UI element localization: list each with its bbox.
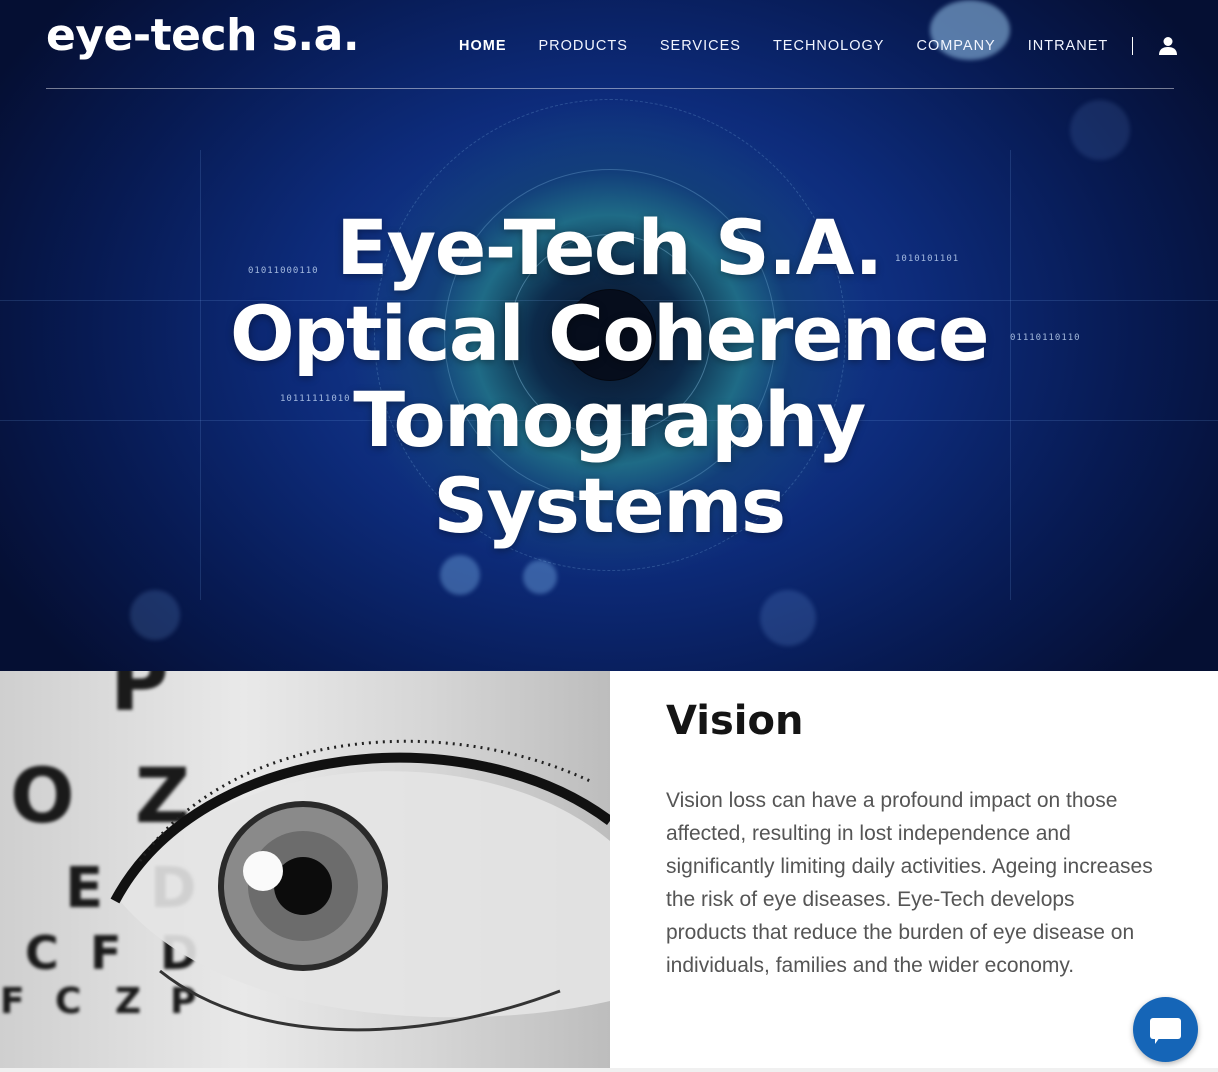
bokeh-light bbox=[440, 555, 480, 595]
nav-intranet[interactable]: INTRANET bbox=[1028, 38, 1109, 54]
vision-heading: Vision bbox=[666, 698, 804, 744]
chat-bubble-tail bbox=[1155, 1037, 1165, 1044]
hero-title-line: Tomography bbox=[353, 375, 866, 464]
bokeh-light bbox=[760, 590, 816, 646]
eye-chart-image: P O Z E D C F D F C Z P bbox=[0, 671, 610, 1068]
section-divider bbox=[0, 1068, 1218, 1072]
hero-title-line: Optical Coherence bbox=[229, 289, 990, 378]
chat-button[interactable] bbox=[1133, 997, 1198, 1062]
bokeh-light bbox=[1070, 100, 1130, 160]
chat-bubble-icon bbox=[1150, 1018, 1181, 1039]
user-icon[interactable] bbox=[1159, 36, 1178, 56]
nav-products[interactable]: PRODUCTS bbox=[539, 38, 628, 54]
hero-title: Eye-Tech S.A. Optical Coherence Tomograp… bbox=[0, 205, 1218, 549]
hero-banner: 01011000110 10111111010 01110110110 1010… bbox=[0, 0, 1218, 671]
vision-description: Vision loss can have a profound impact o… bbox=[666, 789, 1153, 977]
eye-illustration bbox=[110, 739, 610, 1032]
nav-company[interactable]: COMPANY bbox=[916, 38, 995, 54]
hero-title-line: Systems bbox=[433, 461, 786, 550]
hero-title-line: Eye-Tech S.A. bbox=[336, 203, 883, 292]
nav-technology[interactable]: TECHNOLOGY bbox=[773, 38, 885, 54]
nav-services[interactable]: SERVICES bbox=[660, 38, 741, 54]
main-navigation: HOME PRODUCTS SERVICES TECHNOLOGY COMPAN… bbox=[459, 36, 1178, 56]
nav-home[interactable]: HOME bbox=[459, 38, 507, 54]
nav-separator bbox=[1132, 37, 1134, 55]
bokeh-light bbox=[130, 590, 180, 640]
site-logo[interactable]: eye-tech s.a. bbox=[46, 10, 360, 61]
header-divider bbox=[46, 88, 1174, 89]
bokeh-light bbox=[523, 560, 557, 594]
